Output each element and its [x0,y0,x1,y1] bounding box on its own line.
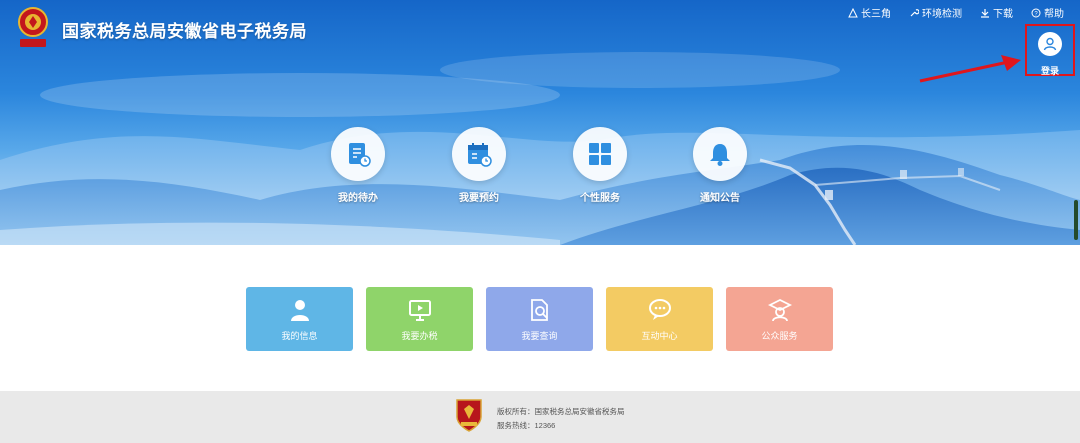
tile-label: 我要查询 [521,331,558,341]
quick-entry-label: 我要预约 [459,193,499,204]
user-avatar-icon [1043,37,1057,51]
annotation-arrow-icon [919,55,1021,83]
login-label: 登录 [1040,66,1059,76]
avatar [1038,32,1062,56]
toplink-label: 下载 [993,9,1013,20]
tax-emblem-logo [14,6,52,50]
quick-entry-personal-service[interactable]: 个性服务 [560,127,640,204]
todo-list-icon [349,143,371,167]
toplink-help[interactable]: ? 帮助 [1031,5,1064,20]
chat-bubble-icon [648,299,671,320]
graduate-icon [767,298,792,322]
triangle-network-icon [848,7,858,17]
tile-public-service[interactable]: 公众服务 [726,287,833,351]
hero-banner: 国家税务总局安徽省电子税务局 长三角 环境检测 下载 ? 帮助 登录 我的待办 … [0,0,1080,245]
scrollbar-handle[interactable] [1074,200,1078,240]
tile-label: 我的信息 [281,331,318,341]
tile-my-info[interactable]: 我的信息 [246,287,353,351]
top-links: 长三角 环境检测 下载 ? 帮助 [848,5,1064,20]
user-icon [290,300,309,321]
footer-copyright: 版权所有：国家税务总局安徽省税务局 [497,407,625,416]
toplink-label: 长三角 [861,9,891,20]
toplink-yangtze-delta[interactable]: 长三角 [848,5,891,20]
tile-tax-handling[interactable]: 我要办税 [366,287,473,351]
quick-entry-my-todo[interactable]: 我的待办 [318,127,398,204]
grid-icon [589,143,611,165]
login-button[interactable]: 登录 [1025,24,1075,76]
monitor-icon [408,300,431,321]
toplink-environment-check[interactable]: 环境检测 [909,5,962,20]
calendar-icon [468,143,492,167]
quick-entry-label: 个性服务 [580,193,620,204]
quick-entry-appointment[interactable]: 我要预约 [439,127,519,204]
tax-shield-logo [454,397,484,433]
bell-icon [710,144,730,166]
document-search-icon [530,299,548,321]
quick-entry-notices[interactable]: 通知公告 [680,127,760,204]
tile-label: 互动中心 [641,331,678,341]
footer: 版权所有：国家税务总局安徽省税务局 服务热线：12366 [0,391,1080,443]
footer-hotline: 服务热线：12366 [497,421,556,430]
toplink-label: 环境检测 [922,9,962,20]
question-icon: ? [1031,8,1041,17]
tile-query[interactable]: 我要查询 [486,287,593,351]
tile-label: 我要办税 [401,331,438,341]
toplink-download[interactable]: 下载 [980,5,1013,20]
quick-entry-label: 我的待办 [338,193,378,204]
quick-entry-label: 通知公告 [700,193,740,204]
download-icon [981,8,989,18]
tile-label: 公众服务 [761,331,798,341]
wrench-icon [910,8,919,16]
toplink-label: 帮助 [1044,9,1064,20]
site-title: 国家税务总局安徽省电子税务局 [62,22,307,41]
tile-interaction-center[interactable]: 互动中心 [606,287,713,351]
